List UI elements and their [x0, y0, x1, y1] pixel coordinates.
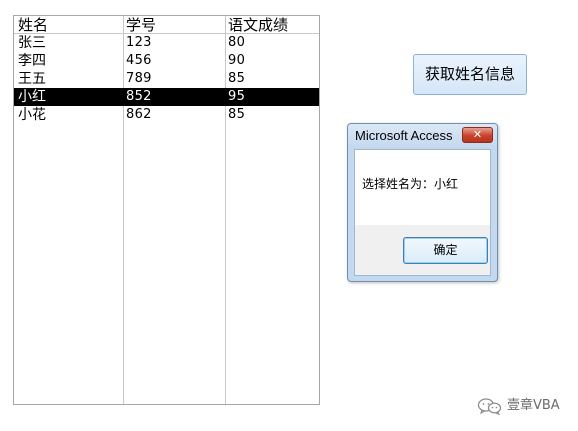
table-row[interactable]: 小花 862 85: [14, 106, 319, 124]
message-dialog: Microsoft Access ✕ 选择姓名为：小红 确定: [347, 123, 498, 282]
dialog-message: 选择姓名为：小红: [362, 177, 459, 191]
cell-id: 852: [126, 89, 152, 104]
get-name-info-button[interactable]: 获取姓名信息: [413, 54, 527, 95]
cell-id: 789: [126, 71, 152, 86]
table-row[interactable]: 张三 123 80: [14, 34, 319, 52]
dialog-content: 选择姓名为：小红: [355, 150, 490, 225]
dialog-title: Microsoft Access: [355, 128, 453, 143]
list-header: 姓名 学号 语文成绩: [14, 16, 319, 34]
cell-name: 小花: [18, 107, 46, 123]
cell-score: 95: [228, 89, 246, 104]
table-row[interactable]: 李四 456 90: [14, 52, 319, 70]
close-button[interactable]: ✕: [462, 127, 493, 143]
column-header-score: 语文成绩: [228, 16, 289, 34]
table-row-selected[interactable]: 小红 852 95: [14, 88, 319, 106]
cell-score: 85: [228, 107, 246, 122]
cell-id: 862: [126, 107, 152, 122]
dialog-titlebar[interactable]: Microsoft Access ✕: [348, 124, 497, 148]
dialog-footer: 确定: [355, 225, 490, 275]
cell-score: 85: [228, 71, 246, 86]
cell-score: 80: [228, 35, 246, 50]
watermark-text: 壹章VBA: [507, 398, 560, 413]
cell-score: 90: [228, 53, 246, 68]
cell-name: 李四: [18, 53, 46, 69]
cell-name: 小红: [18, 89, 46, 105]
cell-id: 123: [126, 35, 152, 50]
cell-name: 王五: [18, 71, 46, 87]
table-row[interactable]: 王五 789 85: [14, 70, 319, 88]
cell-id: 456: [126, 53, 152, 68]
student-listbox[interactable]: 姓名 学号 语文成绩 张三 123 80 李四 456 90 王五 789 85…: [13, 15, 320, 405]
dialog-body: 选择姓名为：小红 确定: [354, 149, 491, 276]
cell-name: 张三: [18, 35, 46, 51]
close-icon: ✕: [472, 128, 483, 141]
column-header-name: 姓名: [18, 16, 49, 34]
column-header-id: 学号: [126, 16, 157, 34]
ok-button[interactable]: 确定: [403, 237, 488, 264]
wechat-icon: [477, 398, 502, 415]
